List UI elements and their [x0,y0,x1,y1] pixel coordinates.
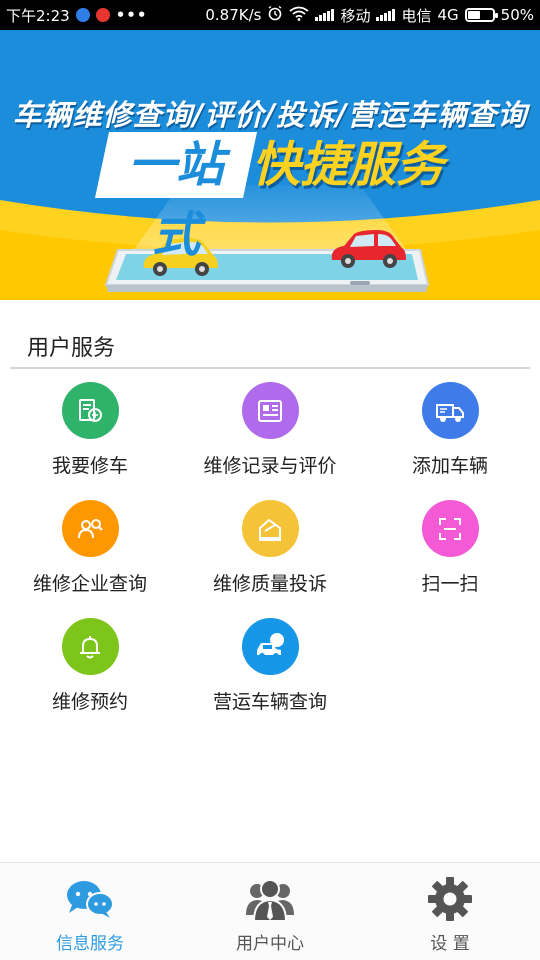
service-scan[interactable]: 扫一扫 [360,494,540,612]
status-time: 下午2:23 [6,6,70,25]
service-add-vehicle[interactable]: 添加车辆 [360,376,540,494]
complaint-icon [241,500,299,557]
service-grid: 我要修车 维修记录与评价 添加车辆 维修企业查询 维修质量投诉 扫一扫 维修预约… [0,376,540,730]
enterprise-search-icon [61,500,119,557]
operating-vehicle-icon [241,618,299,675]
signal-icon [315,9,335,21]
carrier-1: 移动 [340,6,371,25]
service-label: 扫一扫 [421,573,479,595]
user-icon [246,873,294,925]
signal-icon-2 [376,9,396,21]
bell-icon [61,618,119,675]
service-label: 添加车辆 [411,455,488,477]
nav-info-service[interactable]: 信息服务 [0,863,180,960]
add-truck-icon [421,382,479,439]
service-repair-appointment[interactable]: 维修预约 [0,612,180,730]
service-label: 维修记录与评价 [203,455,337,477]
section-title: 用户服务 [27,336,116,361]
service-label: 营运车辆查询 [212,691,327,713]
banner-headline: 车辆维修查询/评价/投诉/营运车辆查询 [12,98,528,132]
repair-car-icon [61,382,119,439]
service-label: 维修企业查询 [32,573,147,595]
service-enterprise-search[interactable]: 维修企业查询 [0,494,180,612]
gear-icon [426,873,474,925]
wifi-icon [289,6,310,25]
battery-icon [464,8,498,22]
service-quality-complaint[interactable]: 维修质量投诉 [180,494,360,612]
alarm-icon [267,5,283,25]
scan-icon [421,500,479,557]
nav-settings[interactable]: 设 置 [360,863,540,960]
nav-label: 信息服务 [56,934,124,954]
service-label: 维修质量投诉 [212,573,327,595]
record-document-icon [241,382,299,439]
service-operating-vehicle[interactable]: 营运车辆查询 [180,612,360,730]
app-notification-icon [75,8,90,22]
banner-highlight-right: 快捷服务 [252,137,445,193]
service-repair-record[interactable]: 维修记录与评价 [180,376,360,494]
status-bar: 下午2:23 ••• 0.87K/s 移动 电信 4G 50% [0,0,540,30]
divider [10,367,530,369]
service-label: 维修预约 [51,691,128,713]
more-notifications-icon: ••• [115,6,148,24]
banner-highlight-left: 一站式 [127,137,224,263]
network-type: 4G [437,6,459,24]
battery-percent: 50% [500,6,534,24]
nav-label: 用户中心 [236,934,304,954]
bottom-navigation: 信息服务 用户中心 设 置 [0,862,540,960]
network-speed: 0.87K/s [205,6,262,24]
nav-label: 设 置 [430,934,470,954]
promo-banner[interactable]: 车辆维修查询/评价/投诉/营运车辆查询 一站式 快捷服务 [0,30,540,300]
chat-bubbles-icon [64,873,116,925]
video-notification-icon [95,8,110,22]
service-repair-car[interactable]: 我要修车 [0,376,180,494]
carrier-2: 电信 [401,6,432,25]
nav-user-center[interactable]: 用户中心 [180,863,360,960]
service-label: 我要修车 [51,455,128,477]
